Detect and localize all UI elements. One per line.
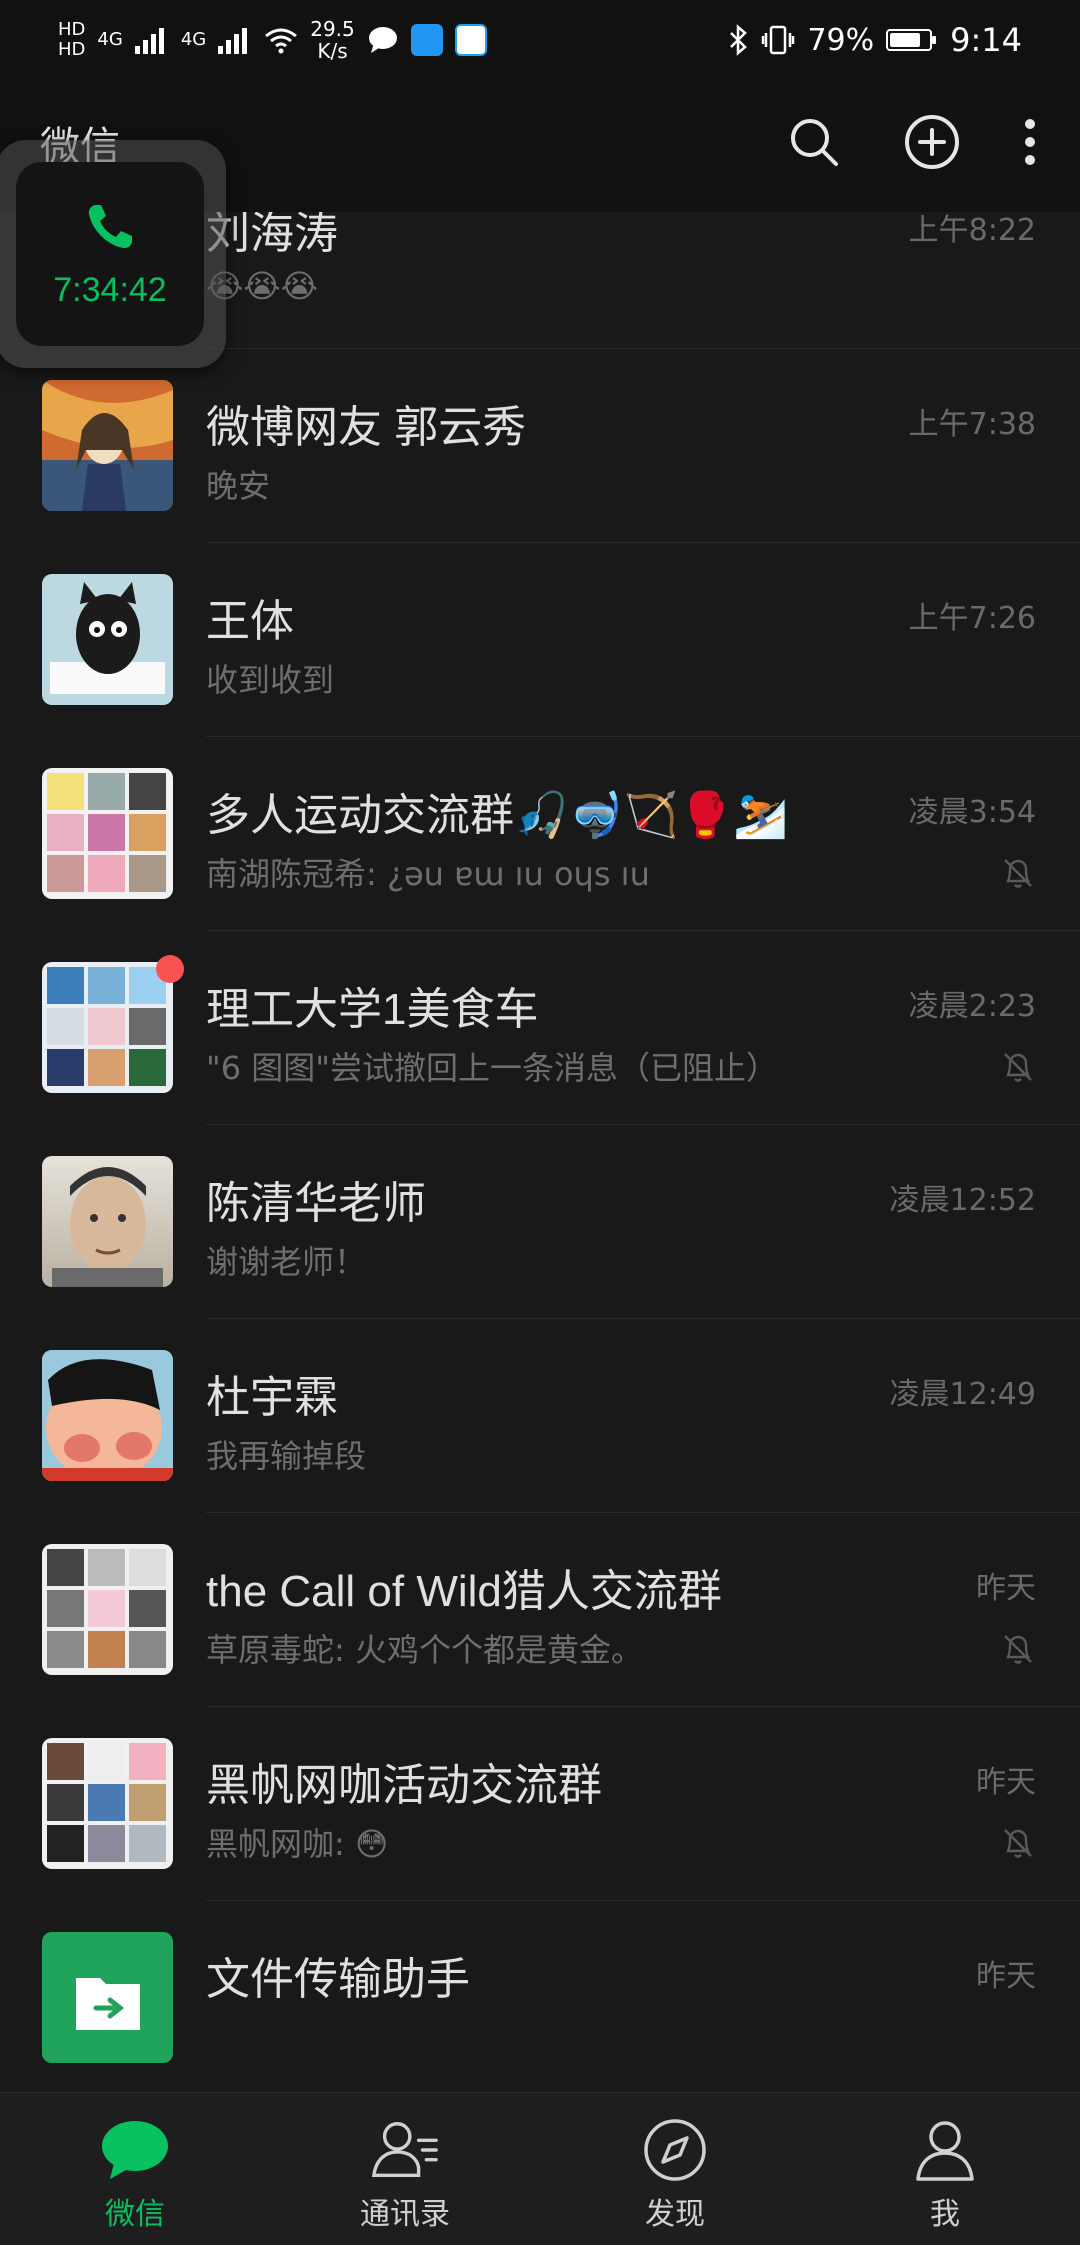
chat-name: 王体: [206, 597, 294, 646]
signal-icon: [218, 28, 248, 54]
network-speed: 29.5 K/s: [310, 18, 355, 62]
chat-time: 上午7:38: [908, 407, 1036, 442]
avatar[interactable]: [42, 380, 173, 511]
app-notification-icon: [454, 24, 487, 56]
chat-last-message: 谢谢老师！: [206, 1243, 367, 1281]
chat-last-message: 草原毒蛇: 火鸡个个都是黄金。: [206, 1631, 643, 1669]
chat-row[interactable]: 陈清华老师谢谢老师！ 凌晨12:52: [0, 1125, 1080, 1319]
app-notification-icon: [410, 24, 443, 56]
floating-call-window[interactable]: 7:34:42: [0, 140, 226, 368]
chat-name: 多人运动交流群🎣🤿🏹🥊⛷️: [206, 791, 788, 840]
avatar[interactable]: [42, 1156, 173, 1287]
contacts-icon: [370, 2115, 440, 2185]
call-window-inner: 7:34:42: [16, 162, 204, 346]
person-icon: [910, 2115, 980, 2185]
chat-list[interactable]: 刘海涛 😭😭😭 上午8:22 微博网友 郭云秀 晚安 上午7:38 王体 收到收到 上午7:26…: [0, 212, 1080, 2092]
chat-last-message: 南湖陈冠希: ¿ǝu ɐɯ ıu oɥs ıu: [206, 855, 650, 893]
chat-time: 昨天: [976, 1959, 1036, 1994]
phone-icon: [88, 204, 132, 248]
chat-time: 凌晨2:23: [908, 989, 1036, 1024]
battery-level: [890, 33, 921, 47]
muted-bell-icon: [1004, 1829, 1032, 1858]
chat-time: 凌晨12:49: [889, 1377, 1036, 1412]
network1-label: 4G: [97, 29, 123, 50]
chat-row[interactable]: 王体收到收到 上午7:26: [0, 543, 1080, 737]
tab-label: 微信: [105, 2197, 165, 2232]
chat-name: 理工大学1美食车: [206, 985, 539, 1034]
hd2-label: HD: [58, 39, 86, 60]
tab-contacts[interactable]: 通讯录: [270, 2093, 540, 2245]
chat-time: 凌晨3:54: [908, 795, 1036, 830]
chat-row[interactable]: 杜宇霖我再输掉段 凌晨12:49: [0, 1319, 1080, 1513]
chat-time: 昨天: [976, 1765, 1036, 1800]
chat-time: 上午7:26: [908, 601, 1036, 636]
chat-name: 黑帆网咖活动交流群: [206, 1761, 602, 1810]
tab-me[interactable]: 我: [810, 2093, 1080, 2245]
wifi-icon: [265, 28, 298, 54]
clock: 9:14: [950, 21, 1022, 59]
status-bar: HD HD 4G 4G 29.5 K/s 79% 9:14: [0, 0, 1080, 80]
call-duration: 7:34:42: [53, 270, 167, 309]
chat-row[interactable]: 文件传输助手 昨天: [0, 1901, 1080, 2092]
compass-icon: [640, 2115, 710, 2185]
chat-last-message: "6 图图"尝试撤回上一条消息（已阻止）: [206, 1049, 778, 1087]
network2-label: 4G: [180, 29, 207, 50]
search-icon: [791, 119, 838, 166]
message-notification-icon: [368, 27, 397, 53]
chat-row[interactable]: 微博网友 郭云秀晚安 上午7:38: [0, 349, 1080, 543]
unread-badge: [156, 955, 184, 983]
chat-last-message: 黑帆网咖: 😳: [206, 1825, 389, 1863]
bottom-tab-bar: 微信 通讯录 发现 我: [0, 2092, 1080, 2245]
search-button[interactable]: [784, 112, 844, 172]
more-options-button[interactable]: [1020, 112, 1040, 172]
status-left: HD HD 4G 4G 29.5 K/s: [58, 18, 487, 62]
vibrate-icon: [762, 25, 795, 55]
chat-last-message: 我再输掉段: [206, 1437, 367, 1475]
chat-last-message: 收到收到: [206, 661, 335, 699]
chat-row[interactable]: 多人运动交流群🎣🤿🏹🥊⛷️ 南湖陈冠希: ¿ǝu ɐɯ ıu oɥs ıu 凌晨3:…: [0, 737, 1080, 931]
muted-bell-icon: [1004, 859, 1032, 888]
avatar[interactable]: [42, 574, 173, 705]
muted-bell-icon: [1004, 1053, 1032, 1082]
chat-time: 上午8:22: [908, 213, 1036, 248]
bluetooth-icon: [730, 24, 748, 56]
avatar[interactable]: [42, 1544, 173, 1675]
chat-name: 微博网友 郭云秀: [206, 403, 527, 452]
chat-time: 昨天: [976, 1571, 1036, 1606]
status-right: 79% 9:14: [727, 21, 1022, 59]
chat-name: the Call of Wild猎人交流群: [206, 1567, 722, 1616]
speed-unit: K/s: [317, 39, 348, 63]
chat-name: 陈清华老师: [206, 1179, 426, 1228]
chat-row[interactable]: 黑帆网咖活动交流群黑帆网咖: 😳 昨天: [0, 1707, 1080, 1901]
avatar[interactable]: [42, 962, 173, 1093]
tab-label: 发现: [645, 2197, 705, 2232]
hd-indicators: HD HD: [58, 21, 85, 59]
more-vertical-icon: [1025, 119, 1035, 165]
add-button[interactable]: [902, 112, 962, 172]
chat-time: 凌晨12:52: [889, 1183, 1036, 1218]
battery-icon: [886, 29, 937, 51]
avatar[interactable]: [42, 1738, 173, 1869]
chat-row[interactable]: 理工大学1美食车 "6 图图"尝试撤回上一条消息（已阻止） 凌晨2:23: [0, 931, 1080, 1125]
chat-name: 杜宇霖: [206, 1373, 338, 1422]
header-actions: [784, 112, 1040, 172]
speed-value: 29.5: [310, 17, 355, 41]
avatar[interactable]: [42, 1350, 173, 1481]
avatar[interactable]: [42, 1932, 173, 2063]
chat-bubble-icon: [100, 2115, 170, 2185]
signal-icon: [134, 28, 164, 54]
tab-chats[interactable]: 微信: [0, 2093, 270, 2245]
tab-label: 我: [930, 2197, 960, 2232]
battery-percent: 79%: [807, 22, 875, 58]
avatar[interactable]: [42, 768, 173, 899]
chat-row[interactable]: the Call of Wild猎人交流群草原毒蛇: 火鸡个个都是黄金。 昨天: [0, 1513, 1080, 1707]
plus-circle-icon: [905, 115, 959, 169]
muted-bell-icon: [1004, 1635, 1032, 1664]
tab-discover[interactable]: 发现: [540, 2093, 810, 2245]
chat-last-message: 晚安: [206, 467, 271, 505]
chat-name: 文件传输助手: [206, 1955, 470, 2004]
tab-label: 通讯录: [360, 2197, 450, 2232]
hd1-label: HD: [58, 19, 86, 40]
